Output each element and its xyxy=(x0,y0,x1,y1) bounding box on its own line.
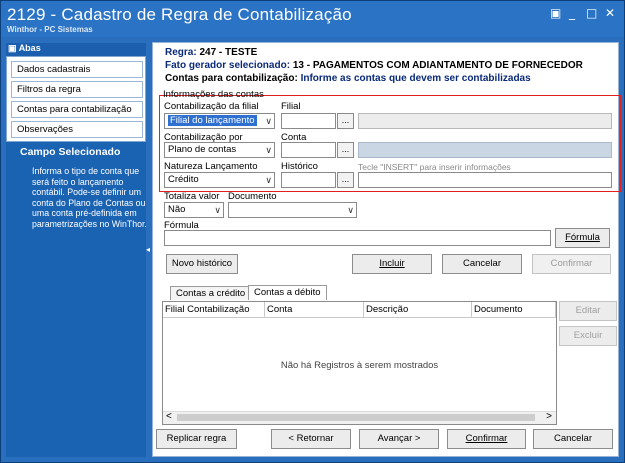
contas-line: Contas para contabilização: Informe as c… xyxy=(165,73,531,84)
avancar-button[interactable]: Avançar > xyxy=(359,429,439,449)
editar-button[interactable]: Editar xyxy=(559,301,617,321)
scroll-right-icon[interactable]: > xyxy=(546,411,552,422)
column-header[interactable]: Documento xyxy=(472,302,556,318)
maximize-icon[interactable]: □ xyxy=(586,6,597,20)
documento-select[interactable]: ∨ xyxy=(228,202,357,218)
abas-header-label: Abas xyxy=(18,43,41,53)
info-group-label: Informações das contas xyxy=(163,89,264,100)
scroll-thumb[interactable] xyxy=(177,414,535,421)
contab-filial-label: Contabilização da filial xyxy=(164,101,259,112)
window-title: 2129 - Cadastro de Regra de Contabilizaç… xyxy=(7,5,352,24)
sidebar-item-filtros-regra[interactable]: Filtros da regra xyxy=(11,81,143,98)
campo-selecionado-title: Campo Selecionado xyxy=(20,146,121,158)
conta-description xyxy=(358,142,612,158)
title-bar[interactable]: 2129 - Cadastro de Regra de Contabilizaç… xyxy=(1,1,624,37)
campo-selecionado-description: Informa o tipo de conta que será feito o… xyxy=(32,166,146,230)
horizontal-scrollbar[interactable]: < > xyxy=(163,411,556,424)
close-icon[interactable]: ✕ xyxy=(605,6,615,20)
restore-icon[interactable]: ▣ xyxy=(550,6,561,20)
sidebar-item-dados-cadastrais[interactable]: Dados cadastrais xyxy=(11,61,143,78)
fato-label: Fato gerador selecionado: xyxy=(165,60,291,71)
description-line: uma conta pré-definida em xyxy=(32,208,137,219)
chevron-down-icon: ∨ xyxy=(347,205,354,215)
description-line: será feito o lançamento xyxy=(32,176,124,187)
historico-lookup-button[interactable]: ... xyxy=(337,172,354,188)
chevron-down-icon: ∨ xyxy=(265,116,272,126)
filial-lookup-button[interactable]: ... xyxy=(337,113,354,129)
natureza-select[interactable]: Crédito ∨ xyxy=(164,172,275,188)
description-line: parametrizações no WinThor. xyxy=(32,218,146,229)
formula-button-label: Fórmula xyxy=(565,232,600,243)
historico-hint: Tecle "INSERT" para inserir informações xyxy=(358,162,511,172)
contab-por-value: Plano de contas xyxy=(168,144,237,155)
confirmar-label: Confirmar xyxy=(465,433,508,444)
filial-label: Filial xyxy=(281,101,301,112)
window-subtitle: Winthor - PC Sistemas xyxy=(7,25,93,34)
conta-lookup-button[interactable]: ... xyxy=(337,142,354,158)
sidebar: ▣ Abas Dados cadastrais Filtros da regra… xyxy=(6,43,146,457)
tab-contas-credito[interactable]: Contas a crédito xyxy=(170,286,252,300)
documento-label: Documento xyxy=(228,191,277,202)
historico-text-input[interactable] xyxy=(358,172,612,188)
description-line: Informa o tipo de conta que xyxy=(32,166,140,176)
contas-grid: Filial Contabilização Conta Descrição Do… xyxy=(162,301,557,425)
tab-contas-debito[interactable]: Contas a débito xyxy=(248,285,327,300)
splitter-icon[interactable]: ◂ xyxy=(146,245,150,254)
empty-message: Não há Registros à serem mostrados xyxy=(280,360,439,371)
regra-label: Regra: xyxy=(165,47,197,58)
collapse-icon[interactable]: ▣ xyxy=(8,43,17,53)
contas-value: Informe as contas que devem ser contabil… xyxy=(300,73,531,84)
replicar-regra-button[interactable]: Replicar regra xyxy=(156,429,237,449)
novo-historico-button[interactable]: Novo histórico xyxy=(166,254,238,274)
abas-list: Dados cadastrais Filtros da regra Contas… xyxy=(6,56,146,142)
contab-por-select[interactable]: Plano de contas ∨ xyxy=(164,142,275,158)
cancelar-button[interactable]: Cancelar xyxy=(533,429,613,449)
regra-value: 247 - TESTE xyxy=(199,47,258,58)
minimize-icon[interactable]: _ xyxy=(569,6,575,20)
fato-value: 13 - PAGAMENTOS COM ADIANTAMENTO DE FORN… xyxy=(292,60,583,71)
sidebar-item-observacoes[interactable]: Observações xyxy=(11,121,143,138)
chevron-down-icon: ∨ xyxy=(214,205,221,215)
natureza-value: Crédito xyxy=(168,174,199,185)
historico-input[interactable] xyxy=(281,172,336,188)
excluir-button[interactable]: Excluir xyxy=(559,326,617,346)
chevron-down-icon: ∨ xyxy=(265,145,272,155)
regra-line: Regra: 247 - TESTE xyxy=(165,47,257,58)
chevron-down-icon: ∨ xyxy=(265,175,272,185)
contab-filial-select[interactable]: Filial do lançamento ∨ xyxy=(164,113,275,129)
contas-label: Contas para contabilização: xyxy=(165,73,298,84)
description-line: conta do Plano de Contas ou xyxy=(32,197,146,208)
main-panel: Regra: 247 - TESTE Fato gerador selecion… xyxy=(152,42,621,457)
abas-header[interactable]: ▣ Abas xyxy=(6,43,146,56)
confirmar-historico-button[interactable]: Confirmar xyxy=(532,254,611,274)
scroll-left-icon[interactable]: < xyxy=(166,411,172,422)
formula-input[interactable] xyxy=(164,230,551,246)
totaliza-select[interactable]: Não ∨ xyxy=(164,202,224,218)
conta-input[interactable] xyxy=(281,142,336,158)
column-header[interactable]: Conta xyxy=(265,302,364,318)
contab-filial-value: Filial do lançamento xyxy=(168,115,257,126)
column-header[interactable]: Filial Contabilização xyxy=(163,302,265,318)
historico-label: Histórico xyxy=(281,161,318,172)
incluir-button[interactable]: Incluir xyxy=(352,254,432,274)
filial-description xyxy=(358,113,612,129)
avancar-label: Avançar > xyxy=(377,433,421,444)
incluir-label: Incluir xyxy=(379,258,405,269)
retornar-label: < Retornar xyxy=(288,433,334,444)
cancelar-historico-button[interactable]: Cancelar xyxy=(442,254,522,274)
totaliza-label: Totaliza valor xyxy=(164,191,220,202)
sidebar-item-contas-contabilizacao[interactable]: Contas para contabilização xyxy=(11,101,143,118)
filial-input[interactable] xyxy=(281,113,336,129)
retornar-button[interactable]: < Retornar xyxy=(271,429,351,449)
confirmar-button[interactable]: Confirmar xyxy=(447,429,526,449)
description-line: contábil. Pode-se definir um xyxy=(32,187,142,198)
app-window: 2129 - Cadastro de Regra de Contabilizaç… xyxy=(0,0,625,463)
fato-line: Fato gerador selecionado: 13 - PAGAMENTO… xyxy=(165,60,583,71)
natureza-label: Natureza Lançamento xyxy=(164,161,258,172)
totaliza-value: Não xyxy=(168,204,186,215)
column-header[interactable]: Descrição xyxy=(364,302,472,318)
cancelar-label: Cancelar xyxy=(553,433,593,444)
formula-button[interactable]: Fórmula xyxy=(555,228,610,248)
